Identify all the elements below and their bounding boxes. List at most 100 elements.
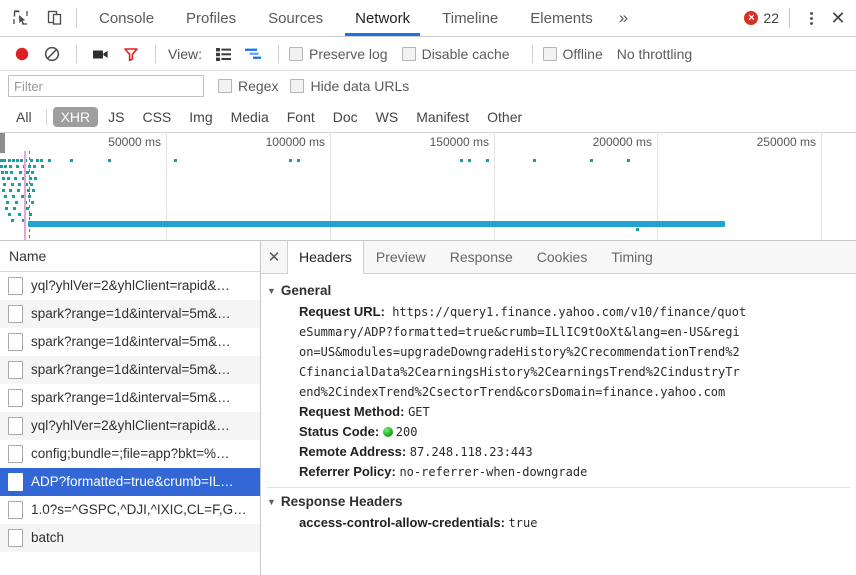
overview-dot xyxy=(11,183,14,186)
response-headers-section-header[interactable]: ▼ Response Headers xyxy=(261,491,856,513)
inspect-element-icon[interactable] xyxy=(10,7,32,29)
overview-dot xyxy=(1,171,4,174)
tab-cookies[interactable]: Cookies xyxy=(525,241,600,273)
overview-dot xyxy=(4,165,7,168)
overview-dot xyxy=(41,165,44,168)
request-details-pane: ✕ Headers Preview Response Cookies Timin… xyxy=(261,241,856,575)
request-url-line-1: https://query1.finance.yahoo.com/v10/fin… xyxy=(392,305,747,319)
device-toolbar-icon[interactable] xyxy=(44,7,66,29)
tab-headers[interactable]: Headers xyxy=(287,241,364,274)
details-close-icon[interactable]: ✕ xyxy=(261,241,287,273)
type-filter-css[interactable]: CSS xyxy=(134,107,179,127)
toolbar-separator-1 xyxy=(76,44,77,63)
camera-button[interactable] xyxy=(87,41,115,67)
response-headers-section-label: Response Headers xyxy=(280,494,403,509)
request-url-line-2: eSummary/ADP?formatted=true&crumb=ILlIC9… xyxy=(299,325,740,339)
request-name-label: config;bundle=;file=app?bkt=%… xyxy=(31,446,230,461)
request-row[interactable]: config;bundle=;file=app?bkt=%… xyxy=(0,440,260,468)
filter-button[interactable] xyxy=(117,41,145,67)
overview-dot xyxy=(174,159,177,162)
hide-data-urls-checkbox[interactable]: Hide data URLs xyxy=(290,78,409,94)
record-button[interactable] xyxy=(8,41,36,67)
chevron-down-icon: ▼ xyxy=(267,285,276,296)
request-row[interactable]: 1.0?s=^GSPC,^DJI,^IXIC,CL=F,G… xyxy=(0,496,260,524)
tab-network[interactable]: Network xyxy=(339,0,426,36)
tab-response[interactable]: Response xyxy=(438,241,525,273)
request-row[interactable]: yql?yhlVer=2&yhlClient=rapid&… xyxy=(0,412,260,440)
type-filter-font[interactable]: Font xyxy=(279,107,323,127)
offline-checkbox[interactable]: Offline xyxy=(542,46,603,62)
request-url-line-3-row: on=US&modules=upgradeDowngradeHistory%2C… xyxy=(299,342,850,362)
overview-dot xyxy=(16,165,19,168)
type-filter-ws[interactable]: WS xyxy=(368,107,407,127)
response-headers-fields: access-control-allow-credentials: true xyxy=(261,513,856,533)
overview-dot xyxy=(5,207,8,210)
load-event-line xyxy=(24,151,26,240)
request-row[interactable]: spark?range=1d&interval=5m&… xyxy=(0,300,260,328)
disable-cache-box xyxy=(401,46,416,61)
requests-list[interactable]: yql?yhlVer=2&yhlClient=rapid&… spark?rang… xyxy=(0,272,260,575)
type-filter-img[interactable]: Img xyxy=(181,107,220,127)
more-tabs-icon[interactable]: » xyxy=(609,0,638,36)
error-count-badge[interactable]: × 22 xyxy=(744,10,779,26)
type-filter-xhr[interactable]: XHR xyxy=(52,106,99,127)
preserve-log-checkbox[interactable]: Preserve log xyxy=(288,45,388,62)
overview-dot xyxy=(18,213,21,216)
waterfall-view-button[interactable] xyxy=(240,41,268,67)
tab-console[interactable]: Console xyxy=(83,0,170,36)
request-type-icon xyxy=(8,472,23,491)
throttling-select[interactable]: No throttling xyxy=(617,46,692,62)
close-icon[interactable]: ✕ xyxy=(826,6,850,30)
settings-menu-icon[interactable] xyxy=(800,7,822,29)
request-name-label: yql?yhlVer=2&yhlClient=rapid&… xyxy=(31,418,230,433)
network-toolbar: View: Preserve log Disable cache Offline… xyxy=(0,37,856,71)
filter-input[interactable] xyxy=(8,75,204,97)
type-filter-manifest[interactable]: Manifest xyxy=(408,107,477,127)
overview-dot xyxy=(15,201,18,204)
type-filter-doc[interactable]: Doc xyxy=(325,107,366,127)
general-fields: Request URL: https://query1.finance.yaho… xyxy=(261,302,856,482)
overview-dot xyxy=(40,159,43,162)
tab-elements[interactable]: Elements xyxy=(514,0,609,36)
request-row[interactable]: spark?range=1d&interval=5m&… xyxy=(0,384,260,412)
disable-cache-label: Disable cache xyxy=(421,45,510,62)
type-filter-media[interactable]: Media xyxy=(223,107,277,127)
devtools-left-icons xyxy=(0,0,72,36)
request-type-icon xyxy=(8,416,23,435)
overview-dot xyxy=(4,195,7,198)
disable-cache-checkbox[interactable]: Disable cache xyxy=(401,45,510,62)
overview-dot xyxy=(19,171,22,174)
regex-checkbox[interactable]: Regex xyxy=(218,78,278,94)
preserve-log-label: Preserve log xyxy=(308,45,388,62)
overview-dot xyxy=(5,171,8,174)
view-label: View: xyxy=(168,45,202,62)
toolbar-separator-3 xyxy=(277,44,279,63)
request-row[interactable]: ADP?formatted=true&crumb=IL… xyxy=(0,468,260,496)
clear-button[interactable] xyxy=(38,41,66,67)
type-filter-js[interactable]: JS xyxy=(100,107,132,127)
network-split-view: Name yql?yhlVer=2&yhlClient=rapid&… spark… xyxy=(0,241,856,575)
overview-dot xyxy=(468,159,471,162)
tab-sources[interactable]: Sources xyxy=(252,0,339,36)
request-method-value: GET xyxy=(408,405,430,419)
requests-column-header-name[interactable]: Name xyxy=(0,241,260,272)
tab-timeline[interactable]: Timeline xyxy=(426,0,514,36)
status-code-key: Status Code: xyxy=(299,424,380,439)
tab-timing[interactable]: Timing xyxy=(599,241,665,273)
overview-dot xyxy=(31,171,34,174)
type-filter-other[interactable]: Other xyxy=(479,107,530,127)
request-row[interactable]: spark?range=1d&interval=5m&… xyxy=(0,356,260,384)
general-section-header[interactable]: ▼ General xyxy=(261,280,856,302)
request-row[interactable]: spark?range=1d&interval=5m&… xyxy=(0,328,260,356)
request-row[interactable]: yql?yhlVer=2&yhlClient=rapid&… xyxy=(0,272,260,300)
type-filter-all[interactable]: All xyxy=(8,107,40,127)
tab-preview[interactable]: Preview xyxy=(364,241,438,273)
request-url-line-3: on=US&modules=upgradeDowngradeHistory%2C… xyxy=(299,345,740,359)
details-tab-bar: ✕ Headers Preview Response Cookies Timin… xyxy=(261,241,856,274)
request-row[interactable]: batch xyxy=(0,524,260,552)
overview-dot xyxy=(30,159,33,162)
tab-profiles[interactable]: Profiles xyxy=(170,0,252,36)
list-view-button[interactable] xyxy=(210,41,238,67)
network-overview-timeline[interactable]: 50000 ms 100000 ms 150000 ms 200000 ms 25000… xyxy=(0,133,856,241)
referrer-policy-key: Referrer Policy: xyxy=(299,464,396,479)
